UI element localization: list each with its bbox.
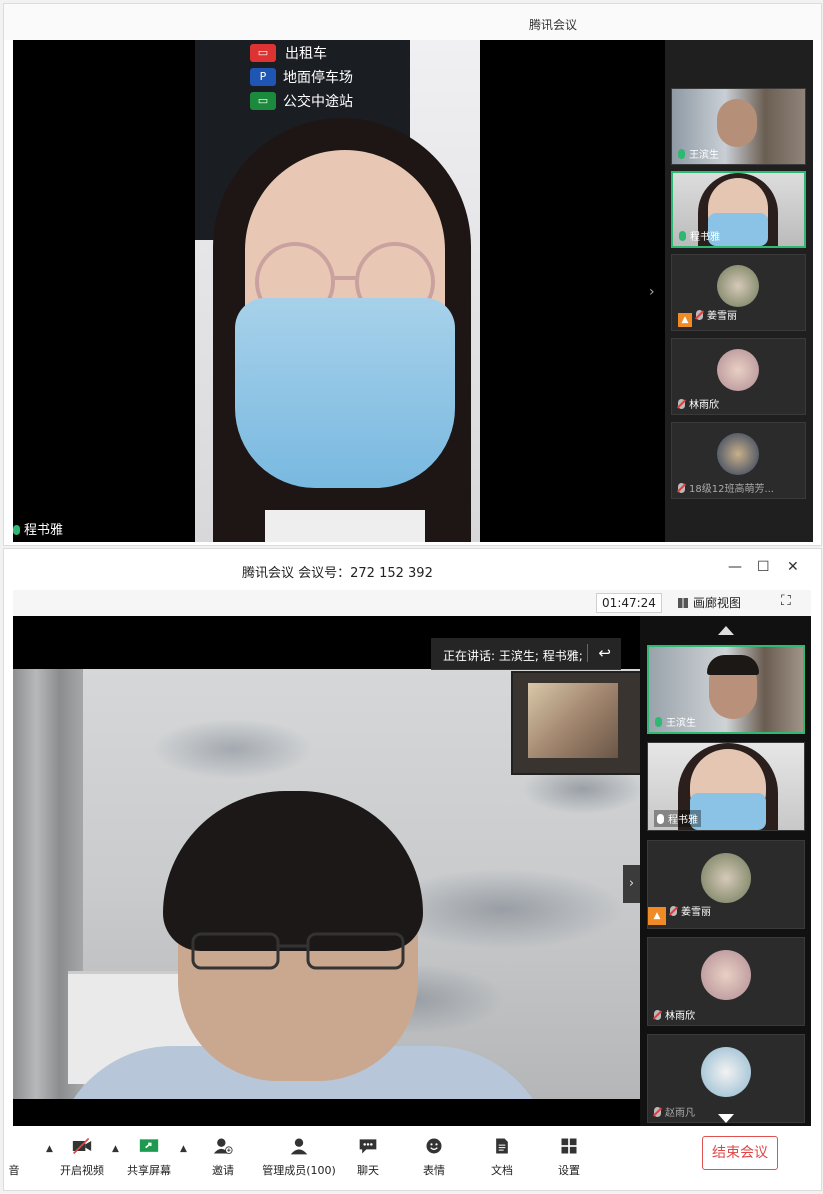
mic-muted-icon xyxy=(678,483,685,493)
host-icon: ▲ xyxy=(678,313,692,327)
speaking-label: 正在讲话: 王滨生; 程书雅; xyxy=(443,649,583,663)
bottom-meeting-window: 腾讯会议 会议号：272 152 392 — ☐ ✕ 01:47:24 画廊视图… xyxy=(3,548,822,1191)
share-screen-button[interactable]: 共享屏幕 xyxy=(109,1136,189,1178)
video-letterbox xyxy=(13,1099,640,1126)
participant-label: 王滨生 xyxy=(655,714,696,729)
avatar xyxy=(717,349,759,391)
participant-label: ▲ 姜雪丽 xyxy=(678,307,737,327)
participant-label: 程书雅 xyxy=(654,810,701,827)
glasses-shape xyxy=(191,932,405,970)
gallery-view-button[interactable]: 画廊视图 xyxy=(678,593,770,613)
window-title-bar: 腾讯会议 xyxy=(4,4,821,40)
avatar xyxy=(717,265,759,307)
document-icon xyxy=(496,1138,508,1154)
participant-tile[interactable]: 程书雅 xyxy=(647,742,805,831)
microphone-icon xyxy=(4,1136,24,1156)
avatar xyxy=(701,950,751,1000)
active-speaker-banner: 正在讲话: 王滨生; 程书雅; ↩ xyxy=(431,638,621,670)
bus-icon: ▭ xyxy=(250,92,276,110)
scroll-down-icon[interactable] xyxy=(718,1114,734,1123)
main-speaker-name: 程书雅 xyxy=(13,519,63,538)
top-meeting-window: 腾讯会议 ▭ 出租车 P 地面停车场 ▭ 公交中途站 程书雅 › 王滨生 程书雅… xyxy=(3,3,822,546)
mic-on-icon xyxy=(655,717,662,727)
participant-label: 18级12班高萌芳... xyxy=(678,480,774,495)
meeting-toolbar: 音 ▲ 开启视频 ▲ 共享屏幕 ▲ 邀请 管理成员(100) 聊天 表情 文档 … xyxy=(4,1126,821,1190)
taxi-icon: ▭ xyxy=(250,44,276,62)
mic-on-icon xyxy=(13,525,20,535)
scroll-up-icon[interactable] xyxy=(718,626,734,635)
host-icon: ▲ xyxy=(648,907,666,925)
chat-icon xyxy=(359,1139,377,1154)
mic-muted-icon xyxy=(678,399,685,409)
mic-muted-icon xyxy=(654,1107,661,1117)
participant-tile[interactable]: 林雨欣 xyxy=(647,937,805,1026)
sign-row: 地面停车场 xyxy=(283,70,353,86)
close-button[interactable]: ✕ xyxy=(787,559,799,575)
participant-panel: 王滨生 程书雅 ▲ 姜雪丽 林雨欣 赵雨凡 xyxy=(640,616,811,1126)
participant-tile[interactable]: 林雨欣 xyxy=(671,338,806,415)
collapse-icon[interactable]: ↩ xyxy=(587,644,611,662)
main-video: 正在讲话: 王滨生; 程书雅; ↩ › xyxy=(13,616,640,1126)
face-mask xyxy=(235,298,455,488)
speaker-video-feed: ▭ 出租车 P 地面停车场 ▭ 公交中途站 xyxy=(195,40,480,542)
expand-arrow-icon[interactable]: › xyxy=(649,284,655,300)
participant-tile[interactable]: ▲ 姜雪丽 xyxy=(647,840,805,929)
video-off-icon xyxy=(72,1137,92,1155)
mic-muted-icon xyxy=(670,906,677,916)
avatar xyxy=(701,853,751,903)
members-icon xyxy=(290,1138,308,1155)
mic-on-icon xyxy=(679,231,686,241)
parking-icon: P xyxy=(250,68,276,86)
participant-label: 林雨欣 xyxy=(654,1007,695,1022)
meeting-info-bar: 01:47:24 画廊视图 ⛶ xyxy=(13,590,811,616)
settings-grid-icon xyxy=(561,1138,577,1154)
meeting-timer: 01:47:24 xyxy=(596,593,662,613)
invite-icon xyxy=(213,1138,233,1154)
participant-tile[interactable]: 18级12班高萌芳... xyxy=(671,422,806,499)
framed-painting xyxy=(511,671,640,775)
expand-arrow-icon[interactable]: › xyxy=(623,865,640,903)
emoji-icon xyxy=(426,1138,442,1154)
share-screen-icon xyxy=(139,1139,159,1152)
participant-label: ▲ 姜雪丽 xyxy=(648,903,711,925)
sign-row: 出租车 xyxy=(285,46,327,62)
window-title: 腾讯会议 xyxy=(529,18,578,32)
participant-label: 王滨生 xyxy=(678,146,719,161)
participant-tile-active[interactable]: 程书雅 xyxy=(671,171,806,248)
maximize-button[interactable]: ☐ xyxy=(757,559,770,575)
settings-button[interactable]: 设置 xyxy=(529,1136,609,1178)
participant-label: 林雨欣 xyxy=(678,396,719,411)
mic-muted-icon xyxy=(654,1010,661,1020)
participant-tile[interactable]: ▲ 姜雪丽 xyxy=(671,254,806,331)
mic-on-icon xyxy=(657,814,664,824)
mic-muted-icon xyxy=(696,310,703,320)
end-meeting-button[interactable]: 结束会议 xyxy=(702,1136,778,1170)
mic-on-icon xyxy=(678,149,685,159)
fullscreen-icon[interactable]: ⛶ xyxy=(781,593,791,609)
participant-tile[interactable]: 赵雨凡 xyxy=(647,1034,805,1123)
participant-label: 赵雨凡 xyxy=(654,1104,695,1119)
grid-icon xyxy=(678,598,688,608)
participant-label: 程书雅 xyxy=(679,228,720,243)
window-title-bar: 腾讯会议 会议号：272 152 392 — ☐ ✕ xyxy=(4,549,821,589)
shirt xyxy=(265,510,425,542)
sign-row: 公交中途站 xyxy=(283,94,353,110)
participant-panel: 王滨生 程书雅 ▲ 姜雪丽 林雨欣 18级12班高萌芳... xyxy=(665,40,813,542)
participant-tile[interactable]: 王滨生 xyxy=(671,88,806,165)
avatar xyxy=(701,1047,751,1097)
minimize-button[interactable]: — xyxy=(728,559,742,575)
main-video: ▭ 出租车 P 地面停车场 ▭ 公交中途站 程书雅 › 王滨生 程书雅 ▲ 姜雪… xyxy=(13,40,813,542)
avatar xyxy=(717,433,759,475)
participant-tile-active[interactable]: 王滨生 xyxy=(647,645,805,734)
meeting-title: 腾讯会议 会议号：272 152 392 xyxy=(242,566,433,581)
invite-button[interactable]: 邀请 xyxy=(183,1136,263,1178)
